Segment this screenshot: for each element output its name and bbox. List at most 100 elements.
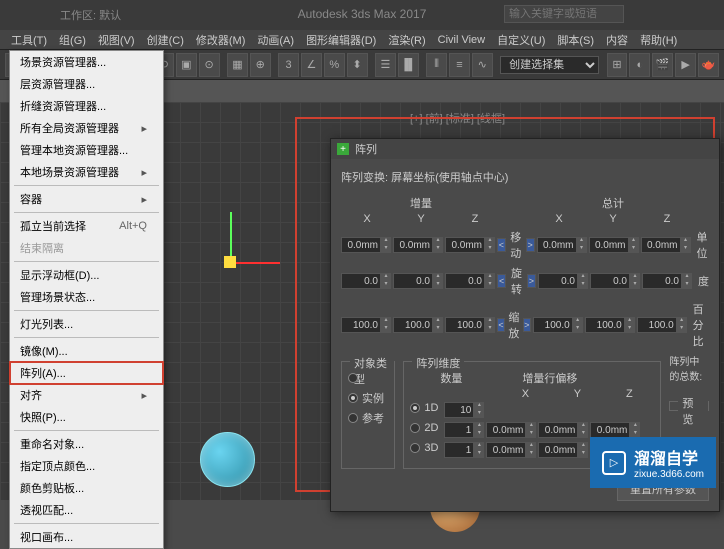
inc-spinner[interactable]: ▴▾ (341, 237, 391, 253)
inc-spinner[interactable]: ▴▾ (341, 273, 391, 289)
tools-menu-item-4[interactable]: 管理本地资源管理器... (10, 139, 163, 161)
menu-9[interactable]: 自定义(U) (491, 30, 551, 50)
tot-spinner[interactable]: ▴▾ (537, 237, 587, 253)
dim-count[interactable]: ▴▾ (444, 442, 484, 458)
material-editor-button[interactable]: ◐ (629, 53, 650, 77)
menu-0[interactable]: 工具(T) (5, 30, 53, 50)
inc-spinner[interactable]: ▴▾ (341, 317, 391, 333)
spinner-snap-button[interactable]: ⬍ (347, 53, 368, 77)
inc-spinner[interactable]: ▴▾ (393, 237, 443, 253)
tools-menu-item-23[interactable]: 指定顶点颜色... (10, 455, 163, 477)
lock-left[interactable]: < (497, 274, 506, 288)
tools-menu-item-5[interactable]: 本地场景资源管理器▸ (10, 161, 163, 183)
dim-radio-1[interactable]: 2D (410, 422, 442, 434)
tools-menu-item-1[interactable]: 层资源管理器... (10, 73, 163, 95)
menu-3[interactable]: 创建(C) (141, 30, 190, 50)
viewport-label[interactable]: [+] [前] [标准] [线框] (410, 110, 505, 126)
dim-radio-2[interactable]: 3D (410, 442, 442, 454)
gizmo-y-axis[interactable] (230, 212, 232, 262)
increment-header: 增量 (341, 195, 501, 211)
menu-11[interactable]: 内容 (600, 30, 634, 50)
menu-1[interactable]: 组(G) (53, 30, 92, 50)
inc-spinner[interactable]: ▴▾ (445, 317, 495, 333)
tot-spinner[interactable]: ▴▾ (637, 317, 687, 333)
curve-editor-button[interactable]: ∿ (472, 53, 493, 77)
dim-offset-z[interactable]: ▴▾ (590, 422, 640, 438)
dim-offset-y[interactable]: ▴▾ (538, 422, 588, 438)
axis-constraint-button[interactable]: ⊕ (250, 53, 271, 77)
object-type-radio-1[interactable]: 实例 (348, 390, 388, 406)
lock-right[interactable]: > (527, 274, 536, 288)
tools-menu-item-2[interactable]: 折缝资源管理器... (10, 95, 163, 117)
gizmo-center[interactable] (224, 256, 236, 268)
tools-menu-item-10[interactable]: 结束隔离 (10, 237, 163, 259)
named-sel-button[interactable]: ☰ (375, 53, 396, 77)
tools-menu-item-0[interactable]: 场景资源管理器... (10, 51, 163, 73)
menu-4[interactable]: 修改器(M) (190, 30, 252, 50)
dim-offset-x[interactable]: ▴▾ (486, 422, 536, 438)
snap-toggle-button[interactable]: 3 (278, 53, 299, 77)
align-button[interactable]: ⫴ (426, 53, 447, 77)
ref-coord-button[interactable]: ▦ (227, 53, 248, 77)
object-type-radio-2[interactable]: 参考 (348, 410, 388, 426)
menu-12[interactable]: 帮助(H) (634, 30, 683, 50)
tools-menu-item-13[interactable]: 管理场景状态... (10, 286, 163, 308)
layers-button[interactable]: ≡ (449, 53, 470, 77)
render-button[interactable]: 🫖 (698, 53, 719, 77)
tot-spinner[interactable]: ▴▾ (589, 237, 639, 253)
tot-spinner[interactable]: ▴▾ (538, 273, 588, 289)
dim-row-1: 2D▴▾▴▾▴▾▴▾ (410, 422, 654, 438)
search-input[interactable] (504, 5, 624, 23)
dim-offset-y[interactable]: ▴▾ (538, 442, 588, 458)
sphere-wireframe[interactable] (200, 432, 255, 487)
tools-menu-item-12[interactable]: 显示浮动框(D)... (10, 264, 163, 286)
unit-label: 单位 (697, 229, 709, 261)
lock-right[interactable]: > (523, 318, 531, 332)
tot-spinner[interactable]: ▴▾ (590, 273, 640, 289)
tools-menu-item-9[interactable]: 孤立当前选择Alt+Q (10, 215, 163, 237)
angle-snap-button[interactable]: ∠ (301, 53, 322, 77)
tools-menu-item-22[interactable]: 重命名对象... (10, 433, 163, 455)
menu-6[interactable]: 图形编辑器(D) (300, 30, 382, 50)
tools-menu-item-7[interactable]: 容器▸ (10, 188, 163, 210)
inc-spinner[interactable]: ▴▾ (445, 273, 495, 289)
tools-menu-item-18[interactable]: 阵列(A)... (10, 362, 163, 384)
tools-menu-item-20[interactable]: 快照(P)... (10, 406, 163, 428)
lock-right[interactable]: > (526, 238, 535, 252)
tools-menu-item-27[interactable]: 视口画布... (10, 526, 163, 548)
inc-spinner[interactable]: ▴▾ (445, 237, 495, 253)
mirror-button[interactable]: ▐▌ (398, 53, 419, 77)
select-place-button[interactable]: ⊙ (199, 53, 220, 77)
menu-2[interactable]: 视图(V) (92, 30, 141, 50)
tools-menu-item-15[interactable]: 灯光列表... (10, 313, 163, 335)
dim-count[interactable]: ▴▾ (444, 422, 484, 438)
schematic-button[interactable]: ⊞ (607, 53, 628, 77)
percent-snap-button[interactable]: % (324, 53, 345, 77)
tot-spinner[interactable]: ▴▾ (641, 237, 691, 253)
lock-left[interactable]: < (497, 318, 505, 332)
tools-menu-item-24[interactable]: 颜色剪贴板... (10, 477, 163, 499)
lock-left[interactable]: < (497, 238, 506, 252)
menu-5[interactable]: 动画(A) (251, 30, 300, 50)
gizmo-x-axis[interactable] (230, 262, 280, 264)
dim-offset-x[interactable]: ▴▾ (486, 442, 536, 458)
tot-spinner[interactable]: ▴▾ (533, 317, 583, 333)
dialog-titlebar[interactable]: + 阵列 (331, 139, 719, 159)
render-setup-button[interactable]: 🎬 (652, 53, 673, 77)
menu-8[interactable]: Civil View (432, 32, 491, 48)
inc-spinner[interactable]: ▴▾ (393, 317, 443, 333)
tools-menu-item-3[interactable]: 所有全局资源管理器▸ (10, 117, 163, 139)
tot-spinner[interactable]: ▴▾ (642, 273, 692, 289)
tools-menu-item-17[interactable]: 镜像(M)... (10, 340, 163, 362)
tools-menu-item-25[interactable]: 透视匹配... (10, 499, 163, 521)
dim-count[interactable]: ▴▾ (444, 402, 484, 418)
menu-7[interactable]: 渲染(R) (382, 30, 431, 50)
render-frame-button[interactable]: ▶ (675, 53, 696, 77)
named-selection-set[interactable]: 创建选择集 (500, 56, 599, 74)
select-scale-button[interactable]: ▣ (176, 53, 197, 77)
dim-radio-0[interactable]: 1D (410, 402, 442, 414)
tot-spinner[interactable]: ▴▾ (585, 317, 635, 333)
menu-10[interactable]: 脚本(S) (551, 30, 600, 50)
inc-spinner[interactable]: ▴▾ (393, 273, 443, 289)
tools-menu-item-19[interactable]: 对齐▸ (10, 384, 163, 406)
